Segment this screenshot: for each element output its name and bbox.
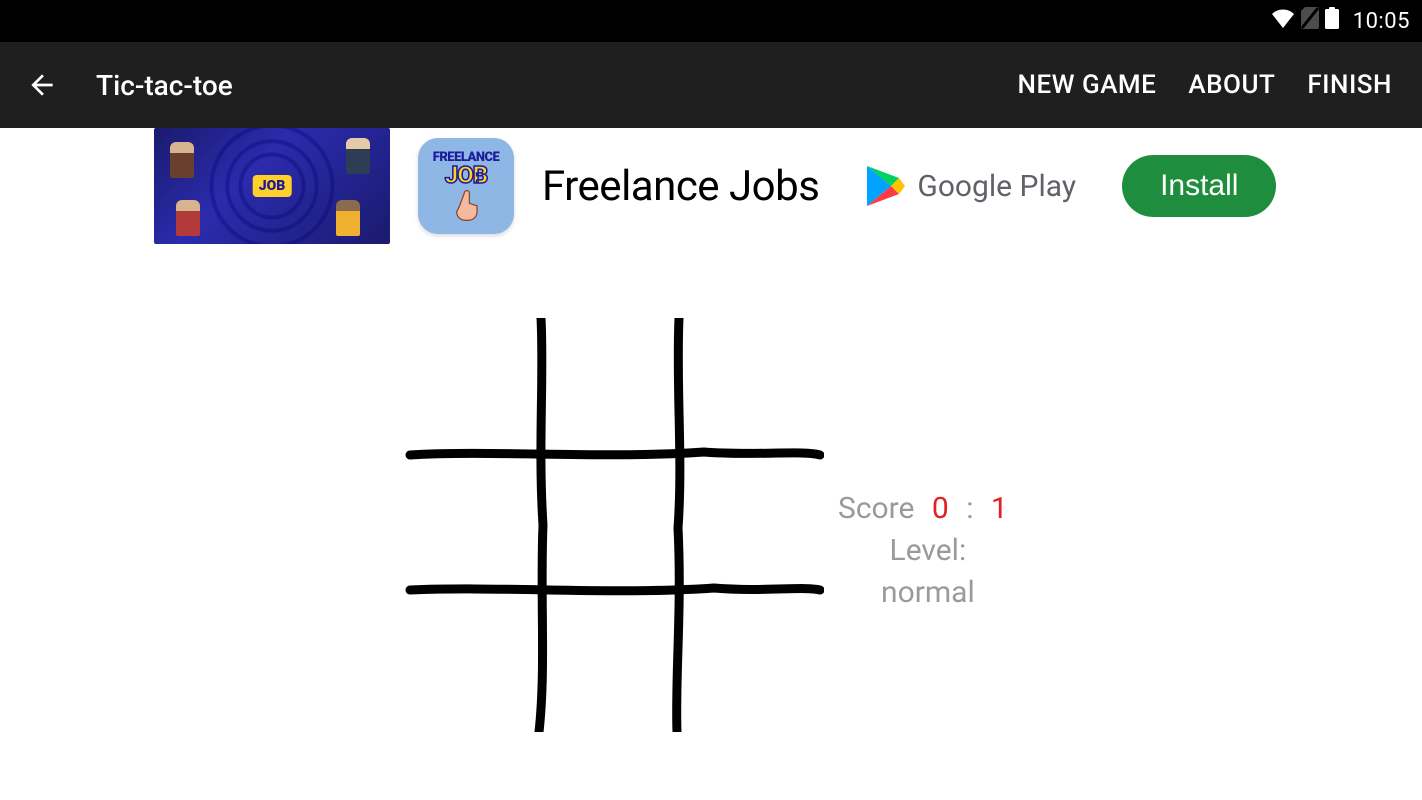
google-play-badge: Google Play (865, 164, 1076, 208)
app-bar: Tic-tac-toe NEW GAME ABOUT FINISH (0, 42, 1422, 128)
cell-0-1[interactable] (544, 318, 676, 448)
score-label: Score (838, 491, 914, 526)
cell-1-1[interactable] (544, 458, 676, 588)
cell-2-1[interactable] (544, 598, 676, 728)
cell-1-0[interactable] (404, 458, 536, 588)
level-label: Level: (838, 530, 1018, 572)
tictactoe-board (404, 318, 824, 732)
ad-banner[interactable]: JOB FREELANCE JOB Freelance Jobs Google … (0, 128, 1422, 244)
battery-icon (1325, 7, 1339, 35)
menu-new-game[interactable]: NEW GAME (1002, 70, 1173, 100)
ad-thumbnail: JOB (154, 128, 390, 244)
pointer-hand-icon (449, 188, 483, 222)
back-button[interactable] (18, 61, 66, 109)
android-status-bar: 10:05 (0, 0, 1422, 42)
game-info: Score 0 : 1 Level: normal (838, 488, 1018, 614)
no-sim-icon (1301, 7, 1319, 35)
ad-app-icon: FREELANCE JOB (418, 138, 514, 234)
score-right: 1 (991, 491, 1008, 526)
app-title: Tic-tac-toe (96, 69, 233, 102)
ad-icon-text-main: JOB (445, 165, 488, 187)
menu-finish[interactable]: FINISH (1291, 70, 1408, 100)
google-play-icon (865, 164, 905, 208)
google-play-label: Google Play (917, 169, 1076, 204)
install-button[interactable]: Install (1122, 155, 1276, 217)
status-clock: 10:05 (1353, 9, 1410, 34)
cell-0-2[interactable] (684, 318, 816, 448)
cell-0-0[interactable] (404, 318, 536, 448)
score-separator: : (966, 491, 973, 526)
wifi-icon (1271, 8, 1295, 34)
ad-thumb-logo: JOB (253, 175, 292, 197)
game-area: Score 0 : 1 Level: normal (0, 244, 1422, 800)
status-icons: 10:05 (1271, 7, 1410, 35)
menu-about[interactable]: ABOUT (1172, 70, 1291, 100)
score-line: Score 0 : 1 (838, 488, 1018, 530)
cell-2-2[interactable] (684, 598, 816, 728)
arrow-left-icon (26, 69, 58, 101)
cell-1-2[interactable] (684, 458, 816, 588)
ad-title: Freelance Jobs (542, 162, 819, 211)
level-value: normal (838, 572, 1018, 614)
cell-2-0[interactable] (404, 598, 536, 728)
score-left: 0 (932, 491, 949, 526)
